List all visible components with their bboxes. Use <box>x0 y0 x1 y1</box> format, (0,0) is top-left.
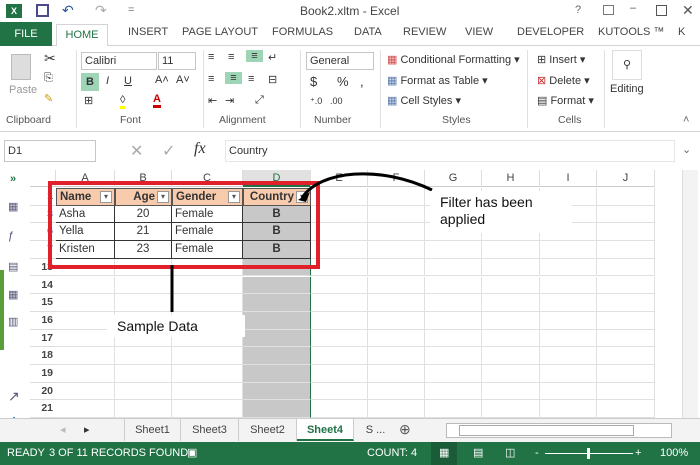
sheet-tab-sheet1[interactable]: Sheet1 <box>124 419 181 441</box>
zoom-slider[interactable]: - + <box>535 442 645 465</box>
sheet-tab-more[interactable]: S ... <box>358 419 393 441</box>
scrollbar-thumb[interactable] <box>459 425 634 436</box>
status-records: 3 OF 11 RECORDS FOUND <box>49 447 189 459</box>
zoom-in-icon[interactable]: + <box>635 442 641 465</box>
zoom-thumb[interactable] <box>587 448 590 459</box>
macro-record-icon[interactable]: ▣ <box>187 442 197 465</box>
page-break-view-icon[interactable]: ◫ <box>505 442 515 465</box>
sheet-tab-bar: ◂ ▸ Sheet1 Sheet3 Sheet2 Sheet4 S ... ⊕ <box>0 418 700 442</box>
status-ready: READY <box>7 447 45 459</box>
new-sheet-icon[interactable]: ⊕ <box>399 421 411 438</box>
scroll-sheets-right-icon[interactable]: ▸ <box>84 423 90 436</box>
horizontal-scrollbar[interactable] <box>446 423 672 438</box>
zoom-out-icon[interactable]: - <box>535 442 539 465</box>
filter-annotation: Filter has been applied <box>430 191 572 233</box>
sheet-tab-sheet2[interactable]: Sheet2 <box>239 419 297 441</box>
filter-arrow <box>300 172 433 199</box>
zoom-level[interactable]: 100% <box>660 442 688 465</box>
status-count: COUNT: 4 <box>367 447 418 459</box>
normal-view-icon[interactable]: ▦ <box>431 442 458 465</box>
page-layout-view-icon[interactable]: ▤ <box>473 442 483 465</box>
scroll-sheets-left-icon[interactable]: ◂ <box>60 423 66 436</box>
annotation-overlay <box>48 172 433 312</box>
status-bar: READY 3 OF 11 RECORDS FOUND ▣ COUNT: 4 ▦… <box>0 442 700 465</box>
sample-data-annotation: Sample Data <box>107 315 245 337</box>
sample-data-highlight-box <box>48 181 320 269</box>
sheet-tab-sheet4[interactable]: Sheet4 <box>297 419 354 441</box>
sheet-tab-sheet3[interactable]: Sheet3 <box>181 419 239 441</box>
